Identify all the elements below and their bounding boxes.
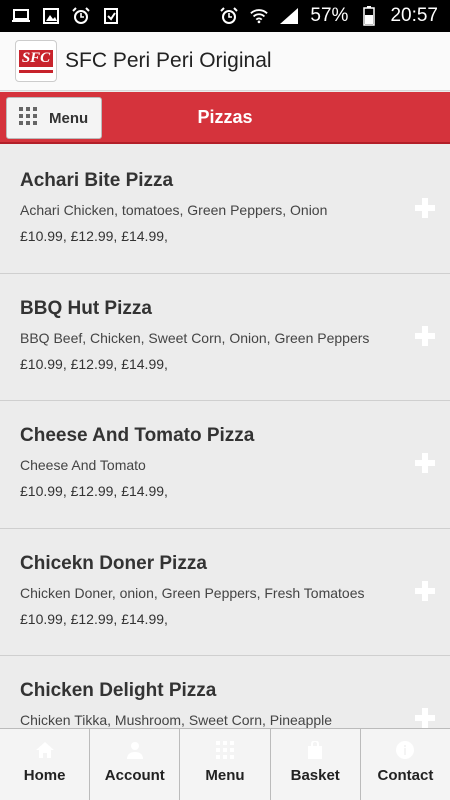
alarm-icon	[220, 7, 239, 24]
app-bar: SFC SFC Peri Peri Original	[0, 32, 450, 91]
battery-icon	[360, 6, 378, 26]
item-prices: £10.99, £12.99, £14.99,	[20, 228, 168, 244]
add-item-icon[interactable]	[415, 708, 435, 728]
info-icon	[395, 741, 415, 759]
add-item-icon[interactable]	[415, 325, 435, 346]
item-prices: £10.99, £12.99, £14.99,	[20, 355, 168, 372]
list-item[interactable]: Cheese And Tomato Pizza Cheese And Tomat…	[0, 401, 450, 529]
item-description: Cheese And Tomato	[20, 457, 146, 473]
add-item-icon[interactable]	[415, 453, 435, 473]
shopping-bag-icon	[305, 741, 325, 759]
item-prices: £10.99, £12.99, £14.99,	[20, 610, 168, 627]
list-item[interactable]: Chicekn Doner Pizza Chicken Doner, onion…	[0, 528, 450, 656]
system-icons: 57% 20:57	[220, 5, 438, 27]
battery-percent: 57%	[310, 5, 349, 26]
menu-button-label: Menu	[49, 109, 89, 127]
image-icon	[42, 8, 60, 24]
home-icon	[35, 741, 55, 759]
menu-button[interactable]: Menu	[6, 97, 102, 139]
user-icon	[125, 741, 145, 759]
list-item[interactable]: Chicken Delight Pizza Chicken Tikka, Mus…	[0, 656, 450, 728]
list-item[interactable]: Achari Bite Pizza Achari Chicken, tomato…	[0, 146, 450, 274]
app-title: SFC Peri Peri Original	[65, 49, 272, 72]
nav-menu-label: Menu	[205, 767, 245, 784]
add-item-icon[interactable]	[415, 580, 435, 601]
logo-text: SFC	[18, 49, 54, 67]
play-store-icon	[102, 8, 120, 24]
add-item-icon[interactable]	[415, 198, 435, 218]
nav-menu-button[interactable]: Menu	[180, 729, 271, 800]
laptop-icon	[12, 8, 30, 24]
item-description: Chicken Tikka, Mushroom, Sweet Corn, Pin…	[20, 712, 333, 728]
wifi-icon	[250, 8, 269, 24]
item-name: Cheese And Tomato Pizza	[20, 425, 255, 446]
nav-basket-button[interactable]: Basket	[271, 729, 361, 800]
item-description: Chicken Doner, onion, Green Peppers, Fre…	[20, 584, 365, 601]
item-description: BBQ Beef, Chicken, Sweet Corn, Onion, Gr…	[20, 329, 370, 346]
item-name: BBQ Hut Pizza	[20, 297, 152, 319]
alarm-icon	[72, 7, 90, 24]
notification-icons	[12, 7, 120, 24]
nav-home-label: Home	[23, 767, 66, 784]
item-name: Achari Bite Pizza	[20, 170, 174, 191]
nav-account-button[interactable]: Account	[90, 729, 181, 800]
status-bar: 57% 20:57	[0, 0, 450, 32]
item-description: Achari Chicken, tomatoes, Green Peppers,…	[20, 202, 328, 218]
nav-basket-label: Basket	[290, 767, 340, 784]
grid-icon	[215, 741, 235, 759]
signal-icon	[280, 8, 299, 24]
nav-home-button[interactable]: Home	[0, 729, 91, 800]
sfc-logo: SFC	[15, 40, 57, 82]
grid-icon	[19, 106, 37, 130]
item-name: Chicekn Doner Pizza	[20, 552, 207, 574]
item-name: Chicken Delight Pizza	[20, 680, 217, 701]
clock: 20:57	[390, 5, 438, 26]
list-item[interactable]: BBQ Hut Pizza BBQ Beef, Chicken, Sweet C…	[0, 273, 450, 401]
nav-account-label: Account	[104, 767, 165, 784]
product-list: Achari Bite Pizza Achari Chicken, tomato…	[0, 146, 450, 728]
category-bar: Pizzas Menu	[0, 92, 450, 144]
bottom-nav: Home Account Menu Basket Contact	[0, 728, 450, 800]
item-prices: £10.99, £12.99, £14.99,	[20, 483, 168, 499]
nav-contact-button[interactable]: Contact	[361, 729, 450, 800]
nav-contact-label: Contact	[377, 767, 434, 784]
